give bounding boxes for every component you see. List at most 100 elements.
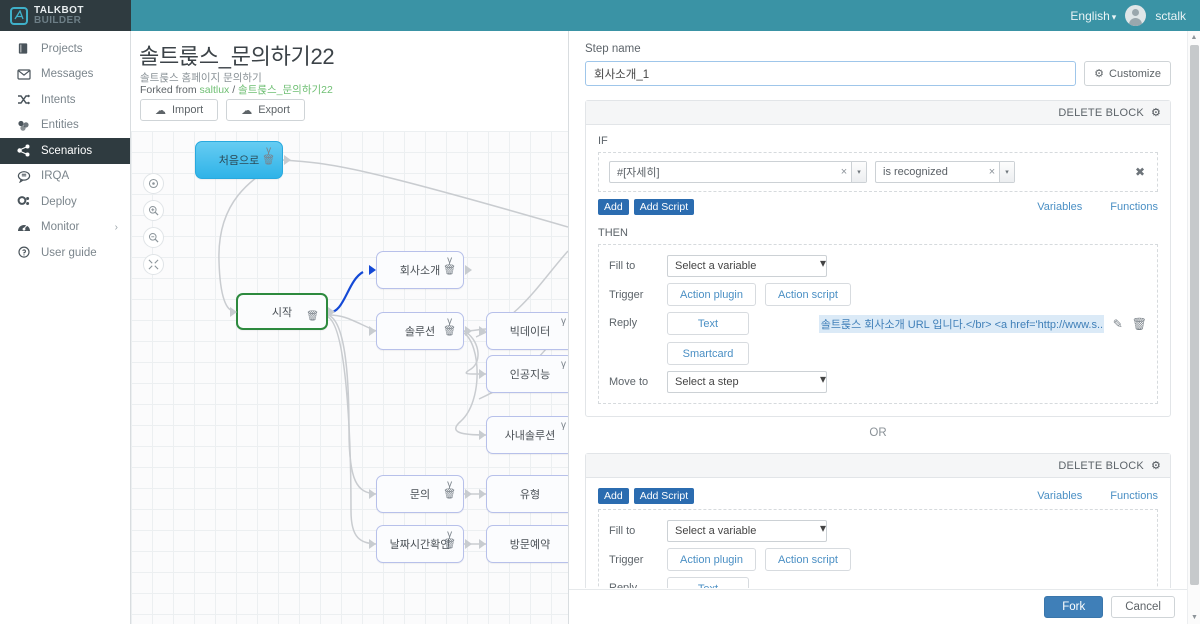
fork-button[interactable]: Fork [1044, 596, 1104, 618]
reply-text-button[interactable]: Text [667, 312, 749, 335]
move-to-select[interactable]: Select a step ▾ [667, 371, 827, 393]
chevron-down-icon[interactable]: ▾ [820, 256, 826, 276]
flow-node-company[interactable]: 회사소개 γ 🗑 [369, 251, 472, 289]
condition-variable-select[interactable]: #[자세히] × ▾ [609, 161, 867, 183]
flow-node-inhouse-solution[interactable]: 사내솔루션 γ [479, 416, 568, 454]
flow-node-start[interactable]: 시작 🗑 [230, 293, 335, 330]
reply-text-button[interactable]: Text [667, 577, 749, 588]
language-selector[interactable]: English ▾ [1070, 9, 1116, 23]
fill-to-row: Fill to Select a variable ▾ [609, 520, 1147, 542]
flow-node-inquiry[interactable]: 문의 γ 🗑 [369, 475, 472, 513]
scroll-down-icon[interactable]: ▼ [1188, 611, 1200, 624]
fill-to-select[interactable]: Select a variable ▾ [667, 255, 827, 277]
block-header: DELETE BLOCK ⚙ [586, 454, 1170, 478]
functions-link[interactable]: Functions [1110, 201, 1158, 213]
sidebar-item-irqa[interactable]: IRQA [0, 164, 130, 190]
block-settings-icon[interactable]: ⚙ [1151, 459, 1161, 472]
brand-name-line2: BUILDER [34, 14, 82, 26]
app-logo[interactable]: TALKBOT BUILDER [0, 0, 131, 31]
scrollbar-thumb[interactable] [1190, 45, 1199, 585]
zoom-out-icon[interactable] [143, 227, 164, 248]
condition-operator-select[interactable]: is recognized × ▾ [875, 161, 1015, 183]
fork-icon[interactable]: γ [561, 360, 566, 370]
clear-icon[interactable]: × [985, 162, 999, 182]
panel-scrollbar[interactable]: ▲ ▼ [1187, 31, 1200, 624]
username-label: sctalk [1155, 8, 1186, 23]
block-settings-icon[interactable]: ⚙ [1151, 106, 1161, 119]
import-button[interactable]: ☁ Import [140, 99, 219, 121]
sidebar-item-messages[interactable]: Messages [0, 62, 130, 88]
remove-condition-icon[interactable]: ✖ [1135, 165, 1147, 179]
variables-link[interactable]: Variables [1037, 490, 1082, 502]
export-button[interactable]: ☁ Export [226, 99, 305, 121]
chevron-down-icon[interactable]: ▾ [820, 521, 826, 541]
fork-icon[interactable]: γ [561, 317, 566, 327]
add-script-button[interactable]: Add Script [633, 488, 695, 504]
delete-icon[interactable]: 🗑 [443, 490, 456, 500]
reset-view-icon[interactable] [143, 173, 164, 194]
add-script-button[interactable]: Add Script [633, 199, 695, 215]
clear-icon[interactable]: × [837, 162, 851, 182]
chevron-down-icon[interactable]: ▾ [851, 162, 866, 182]
fork-icon[interactable]: γ [447, 317, 452, 327]
zoom-in-icon[interactable] [143, 200, 164, 221]
sidebar-item-intents[interactable]: Intents [0, 87, 130, 113]
fork-icon[interactable]: γ [447, 480, 452, 490]
cancel-button[interactable]: Cancel [1111, 596, 1175, 618]
sidebar-item-entities[interactable]: Entities [0, 113, 130, 139]
reply-text-value[interactable]: 솔트룭스 회사소개 URL 입니다.</br> <a href='http://… [818, 315, 1104, 333]
delete-icon[interactable]: 🗑 [1132, 317, 1147, 331]
forked-project-link[interactable]: 솔트룭스_문의하기22 [238, 84, 333, 96]
zoom-controls[interactable] [143, 173, 165, 281]
flow-node-bigdata[interactable]: 빅데이터 γ [479, 312, 568, 350]
reply-smartcard-button[interactable]: Smartcard [667, 342, 749, 365]
step-name-input[interactable] [585, 61, 1077, 86]
flow-node-solution[interactable]: 솔루션 γ 🗑 [369, 312, 472, 350]
variables-link[interactable]: Variables [1037, 201, 1082, 213]
if-conditions-area: #[자세히] × ▾ is recognized × ▾ ✖ [598, 152, 1158, 192]
fill-to-select[interactable]: Select a variable ▾ [667, 520, 827, 542]
forked-owner-link[interactable]: saltlux [200, 84, 230, 96]
reply-row: Reply Text Smartcard ┈┈ cardConfirm ✎ [609, 577, 1147, 588]
delete-icon[interactable]: 🗑 [443, 540, 456, 550]
sidebar-item-projects[interactable]: Projects [0, 36, 130, 62]
sidebar-item-label: User guide [41, 246, 97, 259]
action-script-button[interactable]: Action script [765, 548, 851, 571]
delete-block-label[interactable]: DELETE BLOCK [1058, 107, 1144, 119]
add-condition-button[interactable]: Add [598, 488, 629, 504]
sidebar-item-user-guide[interactable]: User guide [0, 240, 130, 266]
chevron-down-icon[interactable]: ▾ [820, 372, 826, 392]
sidebar-item-scenarios[interactable]: Scenarios [0, 138, 130, 164]
fork-icon[interactable]: γ [447, 530, 452, 540]
trigger-row: Trigger Action plugin Action script [609, 283, 1147, 306]
fork-icon[interactable]: γ [561, 421, 566, 431]
flow-node-ai[interactable]: 인공지능 γ [479, 355, 568, 393]
delete-icon[interactable]: 🗑 [443, 266, 456, 276]
functions-link[interactable]: Functions [1110, 490, 1158, 502]
scenario-canvas[interactable]: 처음으로 γ 🗑 시작 🗑 회사소개 γ 🗑 솔루션 γ 🗑 빅데이터 γ 인공… [131, 131, 568, 624]
avatar[interactable] [1125, 5, 1147, 26]
flow-node-datetime-check[interactable]: 날짜시간확인 γ 🗑 [369, 525, 472, 563]
action-plugin-button[interactable]: Action plugin [667, 283, 756, 306]
sidebar-item-monitor[interactable]: Monitor › [0, 215, 130, 241]
fit-screen-icon[interactable] [143, 254, 164, 275]
fork-icon[interactable]: γ [266, 146, 271, 156]
delete-icon[interactable]: 🗑 [262, 156, 275, 166]
action-plugin-button[interactable]: Action plugin [667, 548, 756, 571]
node-in-port-active [369, 265, 376, 275]
delete-block-label[interactable]: DELETE BLOCK [1058, 460, 1144, 472]
scroll-up-icon[interactable]: ▲ [1188, 31, 1200, 44]
fill-to-value: Select a variable [675, 260, 757, 272]
delete-icon[interactable]: 🗑 [306, 312, 319, 322]
sidebar-item-deploy[interactable]: Deploy [0, 189, 130, 215]
chevron-down-icon[interactable]: ▾ [999, 162, 1014, 182]
delete-icon[interactable]: 🗑 [443, 327, 456, 337]
flow-node-restart[interactable]: 처음으로 γ 🗑 [195, 141, 291, 179]
action-script-button[interactable]: Action script [765, 283, 851, 306]
fork-icon[interactable]: γ [447, 256, 452, 266]
add-condition-button[interactable]: Add [598, 199, 629, 215]
edit-icon[interactable]: ✎ [1113, 317, 1123, 331]
flow-node-type[interactable]: 유형 [479, 475, 568, 513]
customize-button[interactable]: ⚙ Customize [1084, 61, 1171, 86]
flow-node-visit-reservation[interactable]: 방문예약 [479, 525, 568, 563]
